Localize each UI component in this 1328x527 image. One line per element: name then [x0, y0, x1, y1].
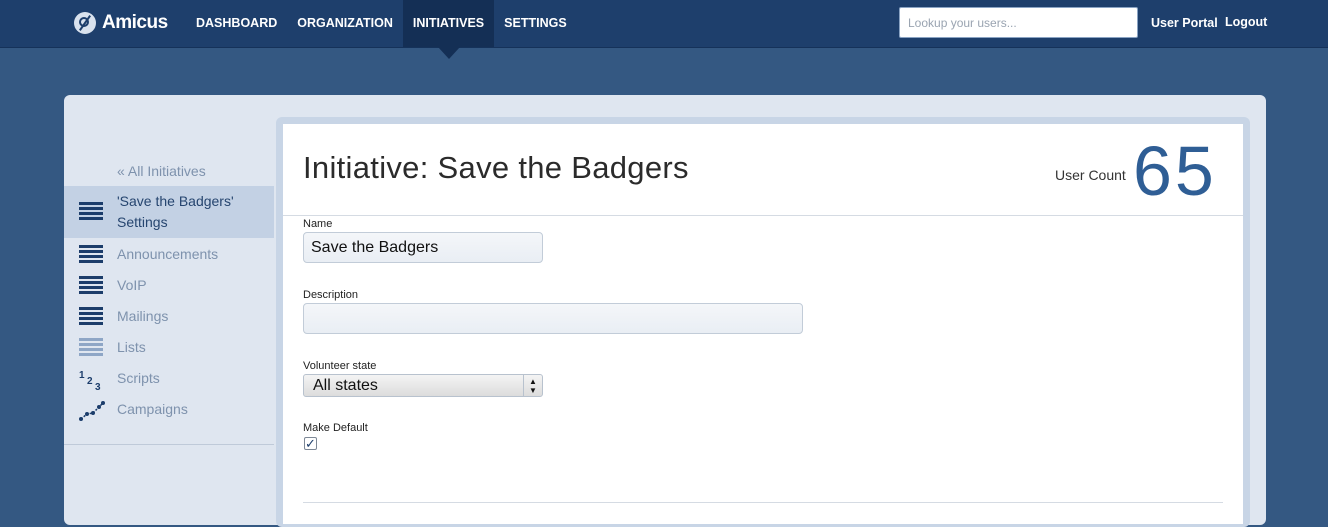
sidebar-item-label: Scripts [117, 370, 160, 386]
active-indicator-arrow [437, 47, 460, 59]
list-icon [79, 244, 103, 265]
list-icon [79, 337, 103, 358]
app-logo[interactable]: Amicus [74, 9, 168, 37]
numbered-list-icon: 1 2 3 [79, 369, 103, 393]
svg-text:2: 2 [87, 376, 93, 387]
amicus-logo-icon [74, 12, 96, 34]
sidebar-item-label: Announcements [117, 246, 219, 262]
svg-text:3: 3 [95, 382, 101, 391]
user-count-label: User Count [1055, 167, 1126, 183]
all-initiatives-link[interactable]: « All Initiatives [117, 163, 206, 179]
sidebar-item-label: Mailings [117, 308, 169, 324]
name-field-label: Name [303, 218, 333, 230]
main-nav: DASHBOARD ORGANIZATION INITIATIVES SETTI… [186, 0, 577, 59]
volunteer-state-select[interactable]: All states ▲ ▼ [303, 374, 543, 397]
nav-initiatives-label: INITIATIVES [412, 16, 485, 30]
nav-organization[interactable]: ORGANIZATION [287, 0, 403, 47]
sidebar-item-lists[interactable]: Lists [64, 332, 274, 363]
nav-settings[interactable]: SETTINGS [494, 0, 577, 47]
sidebar-item-label: Lists [117, 339, 146, 355]
sidebar-item-campaigns[interactable]: Campaigns [64, 394, 274, 425]
app-name: Amicus [102, 12, 168, 33]
top-navigation-bar: Amicus DASHBOARD ORGANIZATION INITIATIVE… [0, 0, 1328, 59]
page-title: Initiative: Save the Badgers [303, 150, 689, 185]
name-field[interactable] [303, 232, 543, 263]
line-chart-icon [79, 400, 105, 421]
sidebar-item-mailings[interactable]: Mailings [64, 301, 274, 332]
svg-text:1: 1 [79, 370, 85, 381]
list-icon [79, 275, 103, 296]
sidebar-item-label: 'Save the Badgers' Settings [117, 193, 234, 230]
volunteer-state-value: All states [313, 377, 378, 394]
nav-dashboard[interactable]: DASHBOARD [186, 0, 287, 47]
select-arrows-icon: ▲ ▼ [523, 375, 542, 396]
make-default-checkbox[interactable]: ✓ [304, 437, 317, 450]
sidebar-divider [64, 444, 274, 445]
list-icon [79, 306, 103, 327]
user-portal-link[interactable]: User Portal [1151, 16, 1218, 30]
form-bottom-divider [303, 502, 1223, 503]
sidebar-item-label: VoIP [117, 277, 147, 293]
make-default-label: Make Default [303, 422, 368, 434]
sidebar-item-voip[interactable]: VoIP [64, 270, 274, 301]
sidebar-item-scripts[interactable]: 1 2 3 Scripts [64, 363, 274, 394]
checkmark-icon: ✓ [305, 436, 316, 451]
logout-link[interactable]: Logout [1225, 15, 1267, 29]
user-count-value: 65 [1133, 132, 1217, 210]
user-search-input[interactable] [899, 7, 1138, 38]
list-icon [79, 202, 103, 222]
sidebar-item-label: Campaigns [117, 401, 188, 417]
volunteer-state-label: Volunteer state [303, 360, 377, 372]
header-divider [283, 215, 1243, 216]
nav-initiatives[interactable]: INITIATIVES [402, 0, 495, 59]
description-field[interactable] [303, 303, 803, 334]
sidebar-item-announcements[interactable]: Announcements [64, 239, 274, 270]
description-field-label: Description [303, 289, 359, 301]
sidebar-item-settings[interactable]: 'Save the Badgers' Settings [64, 186, 274, 238]
